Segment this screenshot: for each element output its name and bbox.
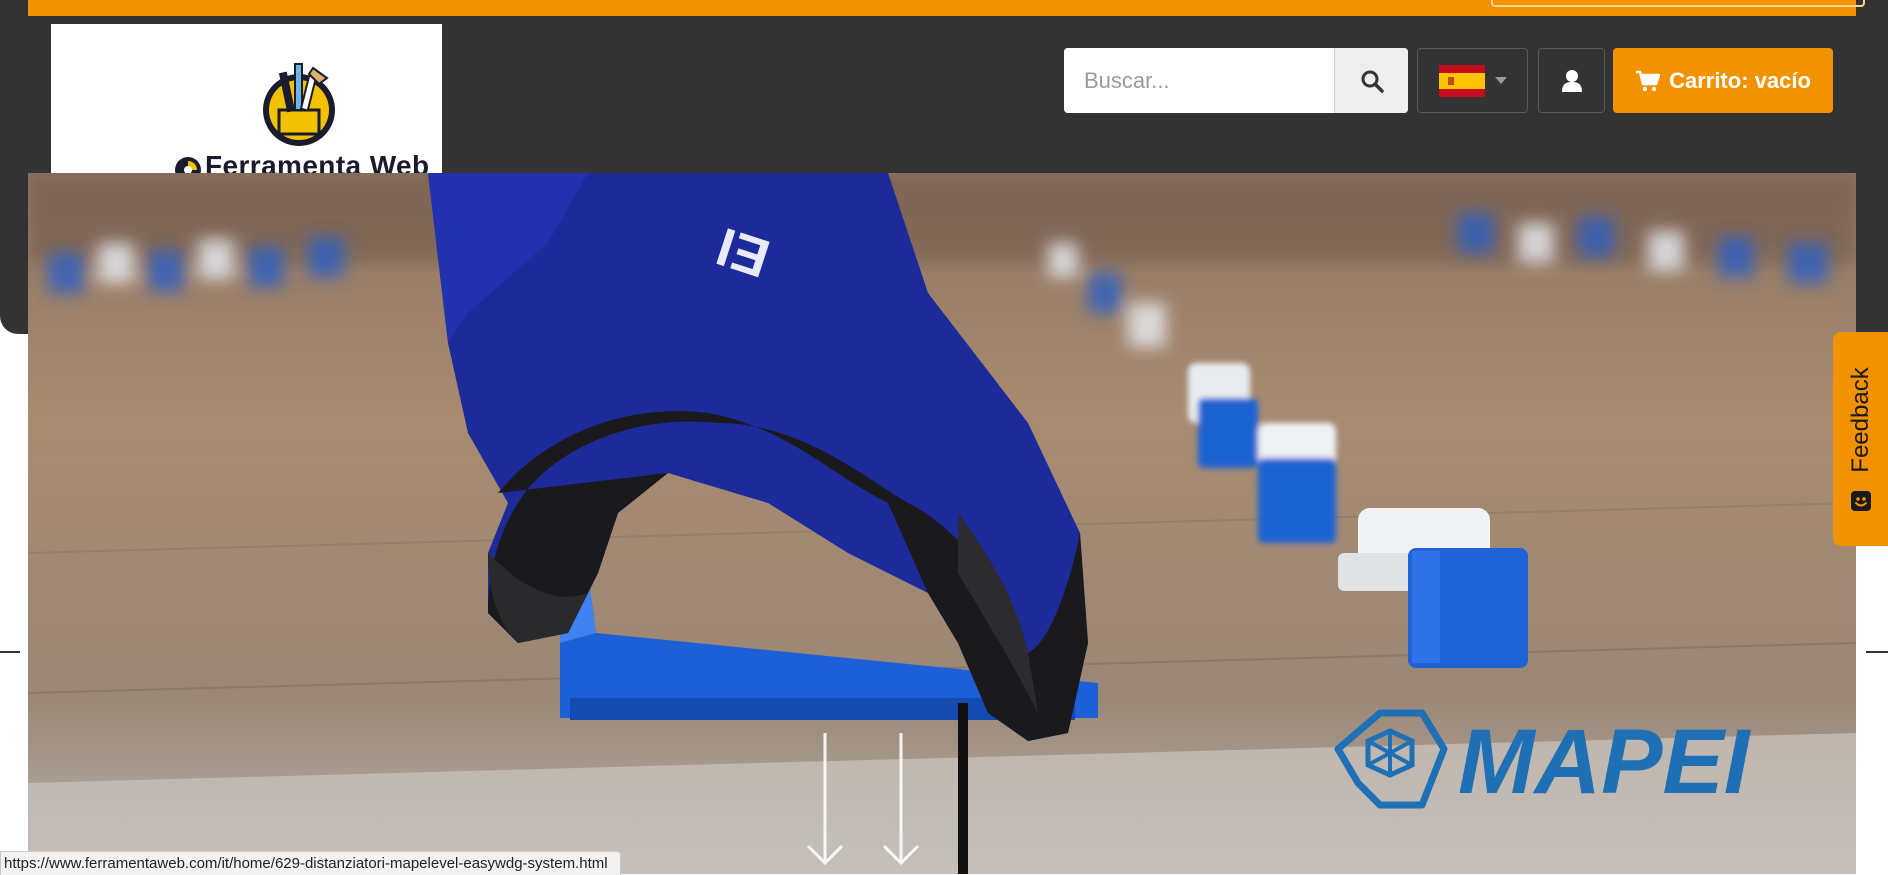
feedback-label: Feedback bbox=[1846, 367, 1874, 473]
toolbox-logo-icon bbox=[263, 63, 335, 146]
brand-logo-text: MAPEI bbox=[1458, 711, 1752, 813]
link-status-bar: https://www.ferramentaweb.com/it/home/62… bbox=[0, 851, 621, 875]
right-edge-dash bbox=[1866, 651, 1888, 653]
hero-banner[interactable]: EI MAPEI bbox=[28, 173, 1856, 874]
search-input[interactable] bbox=[1064, 48, 1334, 113]
top-accent-strip bbox=[28, 0, 1865, 16]
left-edge-dash bbox=[0, 651, 20, 653]
smiley-chat-icon bbox=[1851, 491, 1871, 511]
caret-down-icon bbox=[1494, 76, 1507, 84]
cart-button[interactable]: Carrito: vacío bbox=[1613, 48, 1833, 113]
shopping-cart-icon bbox=[1636, 70, 1661, 91]
top-strip-outline bbox=[1491, 0, 1865, 7]
cart-label: Carrito: vacío bbox=[1669, 67, 1811, 93]
user-icon bbox=[1561, 69, 1582, 92]
feedback-tab[interactable]: Feedback bbox=[1833, 332, 1888, 546]
language-selector[interactable] bbox=[1417, 48, 1528, 113]
site-logo[interactable]: Ferramenta Web bbox=[51, 24, 442, 183]
account-button[interactable] bbox=[1538, 48, 1605, 113]
search-icon bbox=[1361, 70, 1384, 93]
hero-image: EI MAPEI bbox=[28, 173, 1856, 874]
spain-flag-icon bbox=[1438, 64, 1485, 97]
search-button[interactable] bbox=[1334, 48, 1408, 113]
search-box bbox=[1064, 48, 1408, 113]
